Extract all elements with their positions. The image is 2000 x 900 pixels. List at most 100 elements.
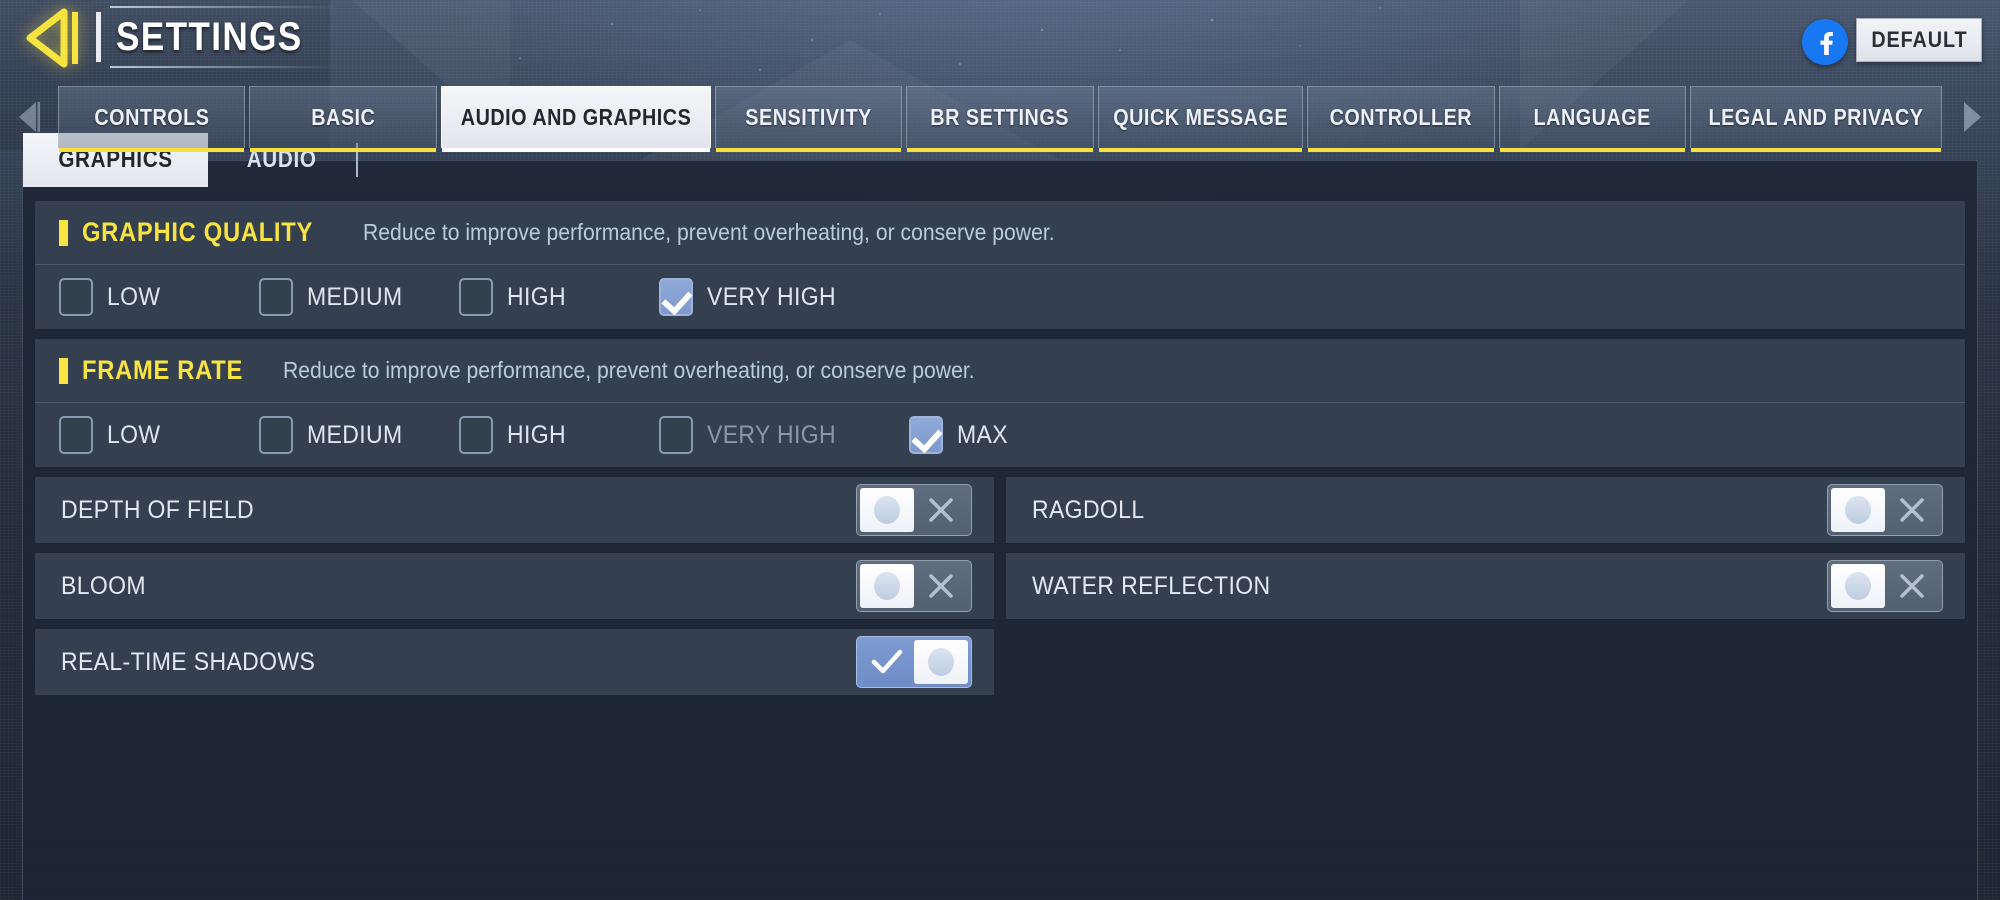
- row-label: DEPTH OF FIELD: [61, 495, 255, 524]
- cross-icon: [1884, 561, 1940, 611]
- group-graphic-quality: GRAPHIC QUALITY Reduce to improve perfor…: [35, 201, 1965, 329]
- option-label: HIGH: [507, 420, 566, 449]
- option-label: MAX: [957, 420, 1008, 449]
- group-description: Reduce to improve performance, prevent o…: [283, 357, 975, 383]
- tab-label: BR SETTINGS: [930, 104, 1070, 130]
- tab-sensitivity[interactable]: SENSITIVITY: [714, 86, 903, 152]
- toggle-knob: [914, 640, 968, 684]
- checkbox[interactable]: [59, 278, 93, 316]
- checkbox[interactable]: [259, 278, 293, 316]
- tab-quick-message[interactable]: QUICK MESSAGE: [1097, 86, 1304, 152]
- row-ragdoll: RAGDOLL: [1006, 477, 1965, 543]
- checkbox[interactable]: [459, 278, 493, 316]
- tab-legal-and-privacy[interactable]: LEGAL AND PRIVACY: [1690, 86, 1943, 152]
- option-graphic-quality-medium[interactable]: MEDIUM: [259, 278, 459, 316]
- row-depth-of-field: DEPTH OF FIELD: [35, 477, 994, 543]
- option-graphic-quality-very-high[interactable]: VERY HIGH: [659, 278, 909, 316]
- header-bar: SETTINGS DEFAULT: [0, 0, 2000, 84]
- option-graphic-quality-high[interactable]: HIGH: [459, 278, 659, 316]
- tab-audio-and-graphics[interactable]: AUDIO AND GRAPHICS: [440, 86, 711, 152]
- tab-label: CONTROLS: [94, 104, 210, 130]
- graphic-quality-options: LOW MEDIUM HIGH VERY HIGH: [35, 265, 1965, 329]
- group-title: FRAME RATE: [82, 355, 244, 385]
- toggle-water-reflection[interactable]: [1827, 560, 1943, 612]
- tab-controls[interactable]: CONTROLS: [58, 86, 246, 152]
- frame-rate-options: LOW MEDIUM HIGH VERY HIGH MAX: [35, 403, 1965, 467]
- tab-label: QUICK MESSAGE: [1113, 104, 1288, 130]
- option-label: HIGH: [507, 282, 566, 311]
- toggle-knob: [860, 564, 914, 608]
- row-label: WATER REFLECTION: [1032, 571, 1271, 600]
- toggle-knob: [1831, 488, 1885, 532]
- group-bullet-icon: [59, 357, 68, 384]
- tab-br-settings[interactable]: BR SETTINGS: [906, 86, 1094, 152]
- option-frame-rate-max[interactable]: MAX: [909, 416, 1109, 454]
- option-label: MEDIUM: [307, 282, 403, 311]
- tab-label: CONTROLLER: [1329, 104, 1473, 130]
- cross-icon: [913, 485, 969, 535]
- option-label: VERY HIGH: [707, 282, 837, 311]
- toggle-depth-of-field[interactable]: [856, 484, 972, 536]
- default-button[interactable]: DEFAULT: [1856, 18, 1982, 62]
- chevron-left-icon: [16, 100, 42, 134]
- option-label: LOW: [107, 282, 161, 311]
- tab-language[interactable]: LANGUAGE: [1498, 86, 1687, 152]
- row-water-reflection: WATER REFLECTION: [1006, 553, 1965, 619]
- row-label: RAGDOLL: [1032, 495, 1145, 524]
- option-frame-rate-low[interactable]: LOW: [59, 416, 259, 454]
- content-panel: GRAPHICS AUDIO GRAPHIC QUALITY Reduce to…: [22, 133, 1978, 900]
- checkbox-checked[interactable]: [909, 416, 943, 454]
- tab-label: LEGAL AND PRIVACY: [1708, 104, 1924, 130]
- checkbox[interactable]: [659, 416, 693, 454]
- default-button-label: DEFAULT: [1870, 27, 1968, 52]
- option-label: VERY HIGH: [707, 420, 837, 449]
- facebook-icon[interactable]: [1802, 19, 1848, 65]
- group-header: FRAME RATE Reduce to improve performance…: [35, 339, 1965, 403]
- tab-label: BASIC: [311, 104, 376, 130]
- title-underline: [110, 66, 339, 68]
- row-real-time-shadows: REAL-TIME SHADOWS: [35, 629, 994, 695]
- tab-label: AUDIO AND GRAPHICS: [460, 104, 692, 130]
- option-frame-rate-high[interactable]: HIGH: [459, 416, 659, 454]
- option-frame-rate-very-high[interactable]: VERY HIGH: [659, 416, 909, 454]
- option-frame-rate-medium[interactable]: MEDIUM: [259, 416, 459, 454]
- group-header: GRAPHIC QUALITY Reduce to improve perfor…: [35, 201, 1965, 265]
- row-label: REAL-TIME SHADOWS: [61, 647, 316, 676]
- toggle-knob: [1831, 564, 1885, 608]
- cross-icon: [1884, 485, 1940, 535]
- tab-basic[interactable]: BASIC: [249, 86, 437, 152]
- toggle-rows: DEPTH OF FIELD RAGDOLL BLOOM WATER REFLE…: [35, 477, 1965, 695]
- checkbox[interactable]: [259, 416, 293, 454]
- group-bullet-icon: [59, 219, 68, 246]
- cross-icon: [913, 561, 969, 611]
- group-title: GRAPHIC QUALITY: [82, 217, 314, 247]
- option-graphic-quality-low[interactable]: LOW: [59, 278, 259, 316]
- page-title: SETTINGS: [116, 14, 303, 59]
- check-icon: [859, 637, 915, 687]
- tab-next-button[interactable]: [1942, 86, 2000, 148]
- settings-screen: SETTINGS DEFAULT CONTROLS BASIC AUDIO AN…: [0, 0, 2000, 900]
- page-title-wrap: SETTINGS: [96, 6, 339, 68]
- toggle-knob: [860, 488, 914, 532]
- toggle-bloom[interactable]: [856, 560, 972, 612]
- row-label: BLOOM: [61, 571, 146, 600]
- tab-prev-button[interactable]: [0, 86, 58, 148]
- back-arrow-icon: [22, 8, 88, 68]
- group-frame-rate: FRAME RATE Reduce to improve performance…: [35, 339, 1965, 467]
- main-tabbar: CONTROLS BASIC AUDIO AND GRAPHICS SENSIT…: [0, 86, 2000, 152]
- tab-list: CONTROLS BASIC AUDIO AND GRAPHICS SENSIT…: [58, 86, 1943, 152]
- group-description: Reduce to improve performance, prevent o…: [362, 219, 1055, 245]
- toggle-ragdoll[interactable]: [1827, 484, 1943, 536]
- row-bloom: BLOOM: [35, 553, 994, 619]
- option-label: LOW: [107, 420, 161, 449]
- back-button[interactable]: [22, 8, 88, 68]
- checkbox-checked[interactable]: [659, 278, 693, 316]
- toggle-real-time-shadows[interactable]: [856, 636, 972, 688]
- tab-controller[interactable]: CONTROLLER: [1307, 86, 1495, 152]
- option-label: MEDIUM: [307, 420, 403, 449]
- checkbox[interactable]: [459, 416, 493, 454]
- tab-label: LANGUAGE: [1533, 104, 1651, 130]
- tab-label: SENSITIVITY: [745, 104, 872, 130]
- checkbox[interactable]: [59, 416, 93, 454]
- settings-body: GRAPHIC QUALITY Reduce to improve perfor…: [35, 201, 1965, 900]
